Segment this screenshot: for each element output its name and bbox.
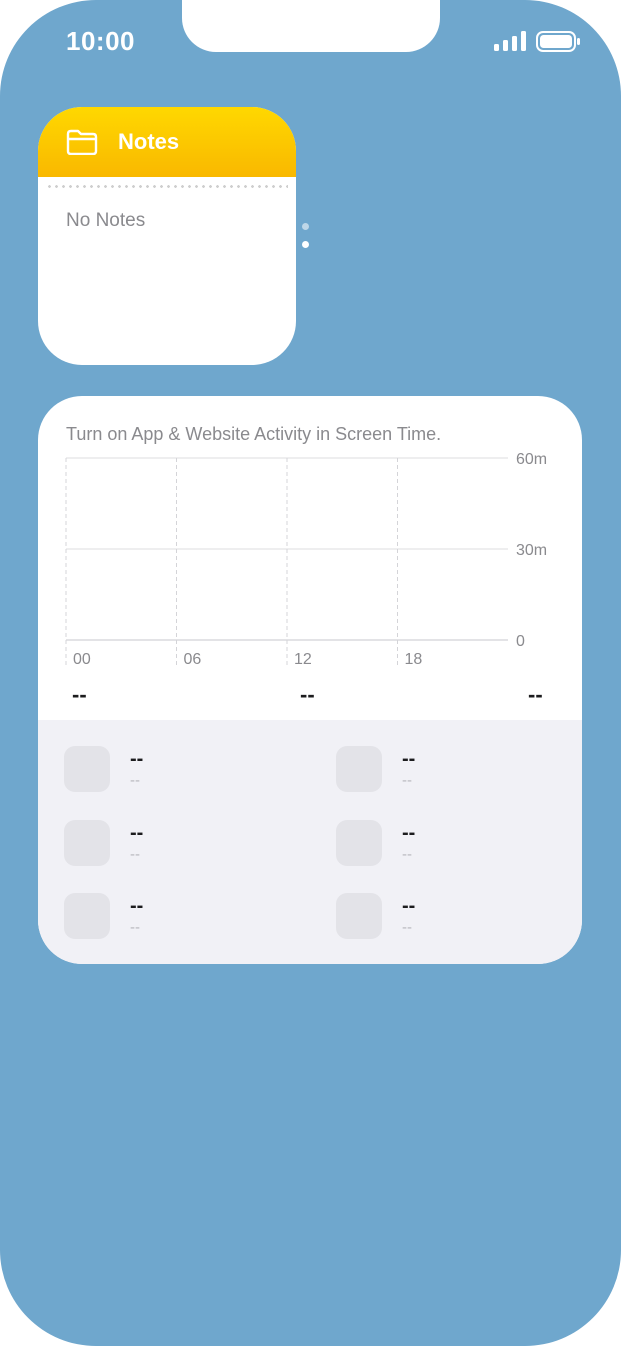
app-time: -- [130,772,140,789]
app-usage-item[interactable]: -- -- [336,746,582,794]
notes-widget-title: Notes [118,129,180,154]
app-time: -- [130,919,140,936]
summary-value-2: -- [300,682,315,707]
app-usage-item[interactable]: -- -- [64,746,314,794]
home-screen: 10:00 Notes No Notes Turn on App & Websi… [0,0,621,1346]
battery-icon [536,31,580,52]
app-usage-item[interactable]: -- -- [64,820,314,868]
notes-empty-text: No Notes [66,210,146,231]
app-usage-list: -- -- -- -- -- -- -- -- -- -- -- -- [38,720,582,964]
y-tick-label: 30m [516,542,547,559]
app-name: -- [402,748,416,770]
app-icon-placeholder [64,820,110,866]
page-indicator-dot-active [302,241,309,248]
y-tick-label: 0 [516,633,525,650]
x-tick-label: 12 [294,651,312,668]
app-usage-item[interactable]: -- -- [336,820,582,868]
status-time: 10:00 [66,26,135,56]
y-tick-label: 60m [516,451,547,468]
notch [182,0,440,52]
notes-widget-header: Notes [38,107,296,177]
app-name: -- [130,748,144,770]
app-time: -- [402,919,412,936]
x-tick-label: 00 [73,651,91,668]
screen-time-widget[interactable]: Turn on App & Website Activity in Screen… [38,396,582,964]
app-name: -- [402,895,416,917]
app-name: -- [130,895,144,917]
app-time: -- [402,846,412,863]
page-indicator-dot [302,223,309,230]
app-usage-item[interactable]: -- -- [336,893,582,941]
x-tick-label: 06 [184,651,202,668]
summary-value-3: -- [528,682,543,707]
app-name: -- [402,822,416,844]
folder-icon [66,129,98,155]
app-time: -- [130,846,140,863]
dotted-divider [46,185,288,188]
summary-value-1: -- [72,682,87,707]
screen-time-chart: 60m30m000 06 12 18 [65,451,547,668]
app-icon-placeholder [336,893,382,939]
app-icon-placeholder [64,746,110,792]
app-time: -- [402,772,412,789]
notes-widget[interactable]: Notes No Notes [38,107,296,365]
app-icon-placeholder [64,893,110,939]
app-icon-placeholder [336,746,382,792]
cellular-signal-icon [494,31,526,51]
app-name: -- [130,822,144,844]
x-tick-label: 18 [405,651,423,668]
app-icon-placeholder [336,820,382,866]
app-usage-item[interactable]: -- -- [64,893,314,941]
